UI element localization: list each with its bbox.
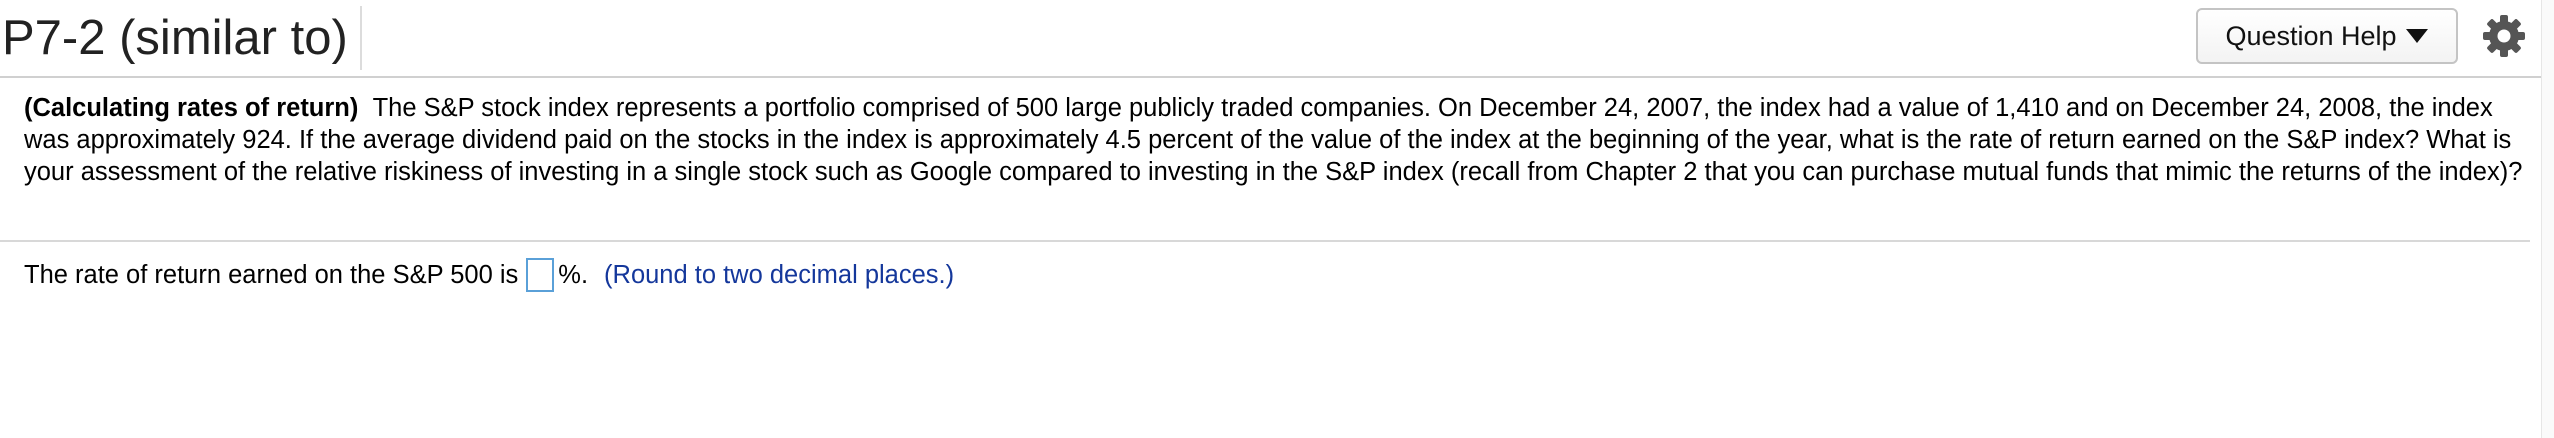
question-help-label: Question Help — [2225, 20, 2397, 51]
gear-icon[interactable] — [2482, 14, 2526, 58]
rounding-hint: (Round to two decimal places.) — [604, 261, 955, 289]
question-header: P7-2 (similar to) Question Help — [0, 0, 2554, 78]
caret-down-icon — [2405, 28, 2429, 44]
answer-line: The rate of return earned on the S&P 500… — [24, 254, 954, 296]
question-text: (Calculating rates of return) The S&P st… — [24, 92, 2524, 188]
question-topic: (Calculating rates of return) — [24, 94, 359, 122]
answer-prompt: The rate of return earned on the S&P 500… — [24, 261, 519, 289]
question-help-button[interactable]: Question Help — [2196, 8, 2458, 64]
rate-of-return-input[interactable] — [526, 258, 555, 292]
percent-unit: %. — [558, 261, 589, 289]
scrollbar[interactable] — [2541, 0, 2554, 438]
divider — [0, 240, 2530, 242]
page-title: P7-2 (similar to) — [2, 6, 362, 70]
question-body: The S&P stock index represents a portfol… — [24, 94, 2523, 186]
